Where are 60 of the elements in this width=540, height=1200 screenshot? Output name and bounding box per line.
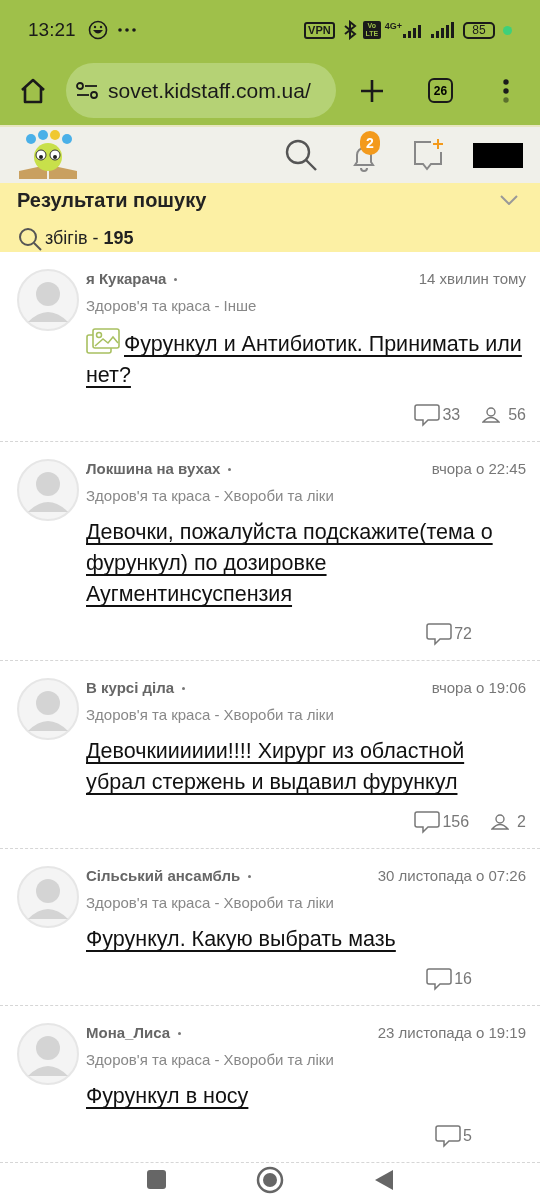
comment-count: 156 bbox=[442, 812, 470, 832]
category-text: Здоров'я та краса - Інше bbox=[86, 295, 258, 316]
post-time: вчора о 22:45 bbox=[431, 459, 526, 479]
post-time: 14 хвилин тому bbox=[418, 269, 526, 289]
expand-chevron-icon[interactable] bbox=[500, 195, 518, 205]
network-type: 4G+ bbox=[384, 21, 402, 31]
participant-count: 2 bbox=[517, 812, 526, 832]
author-name[interactable]: я Кукарача bbox=[86, 268, 167, 291]
author-name[interactable]: Мона_Лиса bbox=[86, 1022, 171, 1045]
back-button[interactable] bbox=[373, 1168, 394, 1191]
post-title-link[interactable]: Фурункул и Антибиотик. Принимать или нет? bbox=[86, 327, 526, 391]
vpn-indicator: VPN bbox=[304, 21, 335, 39]
new-message-icon[interactable] bbox=[411, 138, 445, 172]
post-title-link[interactable]: Девочки, пожалуйста подскажите(тема о фурункул) по дозировке Аугментинсуспензия bbox=[86, 517, 526, 610]
image-icon bbox=[86, 327, 120, 355]
author-name[interactable]: Сільський ансамбль bbox=[86, 865, 241, 888]
comment-icon bbox=[414, 810, 441, 834]
battery-indicator: 85 bbox=[463, 21, 495, 39]
search-icon bbox=[17, 225, 43, 252]
redacted-area bbox=[473, 142, 523, 168]
participant-count: 56 bbox=[508, 405, 526, 425]
comment-icon bbox=[426, 622, 453, 646]
post-time: вчора о 19:06 bbox=[431, 678, 526, 698]
category-text: Здоров'я та краса - Хвороби та ліки bbox=[86, 892, 335, 913]
emoji-icon bbox=[87, 20, 108, 40]
comment-icon bbox=[414, 403, 441, 427]
post-title-link[interactable]: Фурункул. Какую выбрать мазь bbox=[86, 924, 526, 955]
category-text: Здоров'я та краса - Хвороби та ліки bbox=[86, 485, 335, 506]
address-bar[interactable]: sovet.kidstaff.com.ua/ bbox=[66, 63, 336, 118]
signal-icon bbox=[431, 22, 455, 38]
post-title-link[interactable]: Фурункул в носу bbox=[86, 1081, 526, 1112]
status-time: 13:21 bbox=[28, 17, 76, 42]
post-title-link[interactable]: Девочкииииии!!!! Хирург из областной убрал стержень и выдавил фурункул bbox=[86, 736, 526, 798]
home-button[interactable] bbox=[255, 1165, 284, 1194]
comment-icon bbox=[435, 1124, 462, 1148]
matches-count: збігів - 195 bbox=[45, 227, 134, 250]
post-time: 23 листопада о 19:19 bbox=[377, 1023, 526, 1043]
post-time: 30 листопада о 07:26 bbox=[377, 866, 526, 886]
comment-icon bbox=[426, 967, 453, 991]
recents-button[interactable] bbox=[146, 1170, 166, 1189]
results-title: Результати пошуку bbox=[17, 188, 207, 213]
url-text: sovet.kidstaff.com.ua/ bbox=[108, 77, 311, 104]
user-icon bbox=[491, 814, 510, 830]
comment-count: 5 bbox=[463, 1126, 472, 1146]
comment-count: 72 bbox=[454, 624, 472, 644]
comment-count: 16 bbox=[454, 969, 472, 989]
bluetooth-icon bbox=[342, 20, 357, 40]
author-name[interactable]: В курсі діла bbox=[86, 677, 175, 700]
notification-badge: 2 bbox=[360, 131, 380, 155]
menu-icon[interactable] bbox=[503, 78, 509, 103]
category-text: Здоров'я та краса - Хвороби та ліки bbox=[86, 704, 335, 725]
new-tab-icon[interactable] bbox=[360, 78, 384, 103]
site-settings-icon[interactable] bbox=[76, 81, 98, 100]
tab-count-button[interactable]: 26 bbox=[428, 78, 453, 103]
more-notifications-icon bbox=[117, 28, 136, 32]
comment-count: 33 bbox=[442, 405, 461, 425]
category-text: Здоров'я та краса - Хвороби та ліки bbox=[86, 1049, 335, 1070]
user-icon bbox=[482, 407, 501, 423]
search-icon[interactable] bbox=[283, 137, 319, 173]
author-name[interactable]: Локшина на вухах bbox=[86, 458, 221, 481]
